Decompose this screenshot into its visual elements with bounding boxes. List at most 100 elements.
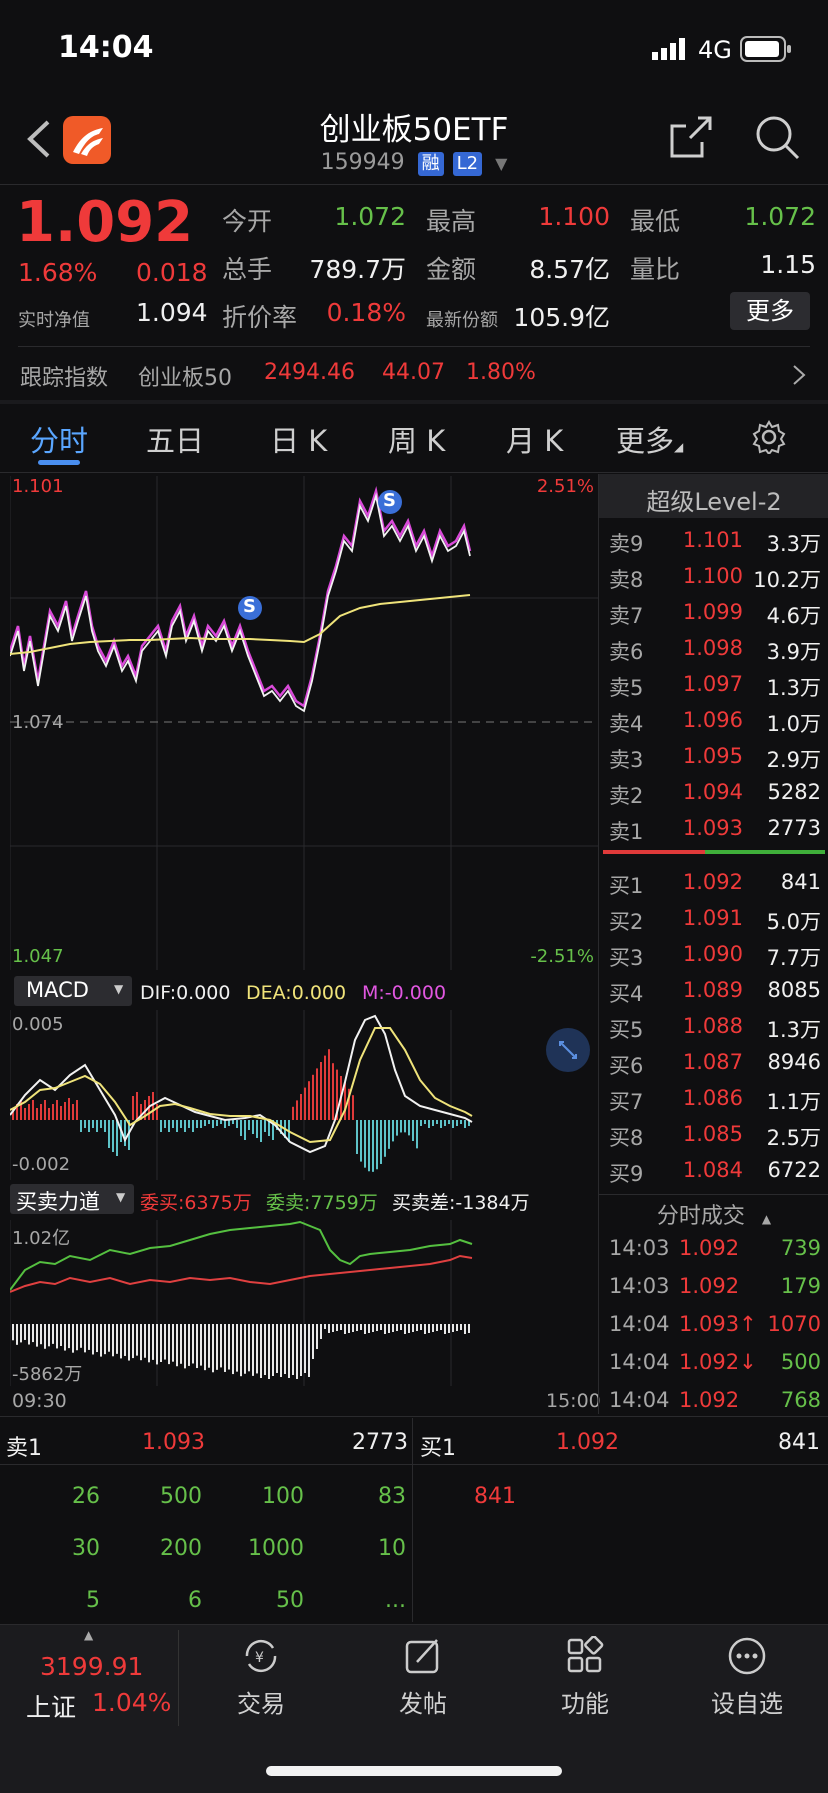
bid-row[interactable]: 买4 1.089 8085 [599, 974, 828, 1010]
force-diff-bar [132, 1324, 134, 1359]
force-diff-bar [200, 1324, 202, 1366]
queue-buy-vol: 841 [778, 1430, 820, 1455]
macd-histogram-bar [328, 1049, 330, 1120]
macd-histogram-bar [356, 1120, 358, 1154]
queue-sell-order: 30 [72, 1536, 100, 1561]
force-diff-bar [336, 1324, 338, 1331]
force-diff-bar [100, 1324, 102, 1357]
trades-title-label: 分时成交 [656, 1204, 745, 1229]
force-diff-bar [436, 1324, 438, 1331]
macd-indicator-selector[interactable]: MACD ▼ [14, 976, 132, 1006]
bid-ask-ratio-bar [603, 850, 825, 854]
tab-five-day[interactable]: 五日 [146, 418, 204, 460]
macd-histogram-bar [452, 1120, 454, 1128]
amount-label: 金额 [426, 255, 477, 284]
queue-buy-price: 1.092 [556, 1430, 619, 1455]
force-diff-bar [88, 1324, 90, 1350]
index-ticker[interactable]: ▲ 3199.91 上证 1.04% [0, 1624, 178, 1740]
ask-row[interactable]: 卖1 1.093 2773 [599, 812, 828, 848]
expand-chart-button[interactable] [546, 1028, 590, 1072]
bid-row[interactable]: 买2 1.091 5.0万 [599, 902, 828, 938]
ask-row[interactable]: 卖4 1.096 1.0万 [599, 704, 828, 740]
queue-sell-order: 100 [262, 1484, 304, 1509]
bid-price: 1.089 [682, 978, 743, 1002]
macd-histogram-bar [28, 1104, 30, 1120]
nav-trade-label: 交易 [237, 1690, 285, 1718]
force-diff-bar [416, 1324, 418, 1331]
trades-title[interactable]: 分时成交 ▲ [599, 1198, 828, 1230]
force-diff-bar [144, 1324, 146, 1358]
more-button[interactable]: 更多 [730, 292, 810, 330]
force-diff-bar [220, 1324, 222, 1368]
y-axis-mid: 1.074 [12, 712, 64, 733]
bid-price: 1.085 [682, 1122, 743, 1146]
force-diff-bar [324, 1324, 326, 1329]
y-axis-top: 1.101 [12, 476, 64, 497]
nav-label: 实时净值 [18, 310, 90, 331]
bid-row[interactable]: 买8 1.085 2.5万 [599, 1118, 828, 1154]
ask-row[interactable]: 卖8 1.100 10.2万 [599, 560, 828, 596]
buy-force-line [9, 1254, 473, 1293]
queue-sell-order: 200 [160, 1536, 202, 1561]
bid-row[interactable]: 买5 1.088 1.3万 [599, 1010, 828, 1046]
tracking-index-row[interactable]: 跟踪指数 创业板50 2494.46 44.07 1.80% [0, 348, 828, 400]
macd-histogram-bar [420, 1120, 422, 1126]
ask-row[interactable]: 卖2 1.094 5282 [599, 776, 828, 812]
queue-buy-order: 841 [474, 1484, 516, 1509]
change-value: 0.018 [136, 258, 208, 287]
queue-sell-vol: 2773 [352, 1430, 408, 1455]
bid-label: 买4 [609, 982, 644, 1006]
queue-sell-order: 50 [276, 1588, 304, 1613]
trade-volume: 179 [780, 1274, 821, 1298]
force-diff-bar [328, 1324, 330, 1333]
force-diff-bar [232, 1324, 234, 1375]
bid-label: 买3 [609, 946, 644, 970]
intraday-chart[interactable]: S S 1.101 2.51% 1.074 1.047 -2.51% [8, 476, 598, 970]
tab-intraday[interactable]: 分时 [30, 418, 88, 460]
settings-button[interactable] [752, 420, 786, 458]
force-y-top: 1.02亿 [12, 1228, 71, 1249]
tab-monthly-k[interactable]: 月 K [506, 418, 563, 460]
ask-row[interactable]: 卖7 1.099 4.6万 [599, 596, 828, 632]
open-label: 今开 [222, 207, 273, 236]
ask-row[interactable]: 卖5 1.097 1.3万 [599, 668, 828, 704]
nav-post[interactable]: 发帖 [358, 1632, 488, 1732]
ask-row[interactable]: 卖3 1.095 2.9万 [599, 740, 828, 776]
tab-daily-k[interactable]: 日 K [270, 418, 327, 460]
share-button[interactable] [668, 114, 714, 164]
force-diff-bar [372, 1324, 374, 1332]
bid-row[interactable]: 买6 1.087 8946 [599, 1046, 828, 1082]
intraday-chart-svg [8, 476, 598, 970]
ask-row[interactable]: 卖9 1.101 3.3万 [599, 524, 828, 560]
force-diff-bar [388, 1324, 390, 1333]
ask-row[interactable]: 卖6 1.098 3.9万 [599, 632, 828, 668]
macd-histogram-bar [256, 1120, 258, 1138]
force-diff-bar [320, 1324, 322, 1339]
nav-watchlist[interactable]: 设自选 [682, 1632, 812, 1732]
nav-functions[interactable]: 功能 [520, 1632, 650, 1732]
bid-row[interactable]: 买1 1.092 841 [599, 866, 828, 902]
nav-functions-label: 功能 [561, 1690, 609, 1718]
macd-dif: DIF:0.000 [140, 982, 231, 1004]
tab-more[interactable]: 更多◢ [616, 418, 683, 460]
bid-row[interactable]: 买3 1.090 7.7万 [599, 938, 828, 974]
macd-histogram-bar [208, 1120, 210, 1124]
macd-histogram-bar [380, 1120, 382, 1164]
bid-row[interactable]: 买7 1.086 1.1万 [599, 1082, 828, 1118]
macd-histogram-bar [332, 1063, 334, 1120]
search-button[interactable] [754, 114, 800, 164]
ask-volume: 4.6万 [766, 604, 821, 628]
force-diff-bar [20, 1324, 22, 1343]
bid-price: 1.090 [682, 942, 743, 966]
force-diff-bar [56, 1324, 58, 1349]
tab-weekly-k[interactable]: 周 K [388, 418, 445, 460]
macd-histogram-bar [316, 1068, 318, 1120]
macd-histogram-bar [376, 1120, 378, 1170]
force-indicator-selector[interactable]: 买卖力道 ▼ [10, 1184, 134, 1214]
force-diff-bar [464, 1324, 466, 1334]
bid-row[interactable]: 买9 1.084 6722 [599, 1154, 828, 1190]
nav-trade[interactable]: ¥ 交易 [196, 1632, 326, 1732]
macd-histogram-bar [228, 1120, 230, 1126]
tracking-index-name: 创业板50 [138, 366, 232, 391]
level2-header[interactable]: 超级Level-2 [599, 474, 828, 518]
